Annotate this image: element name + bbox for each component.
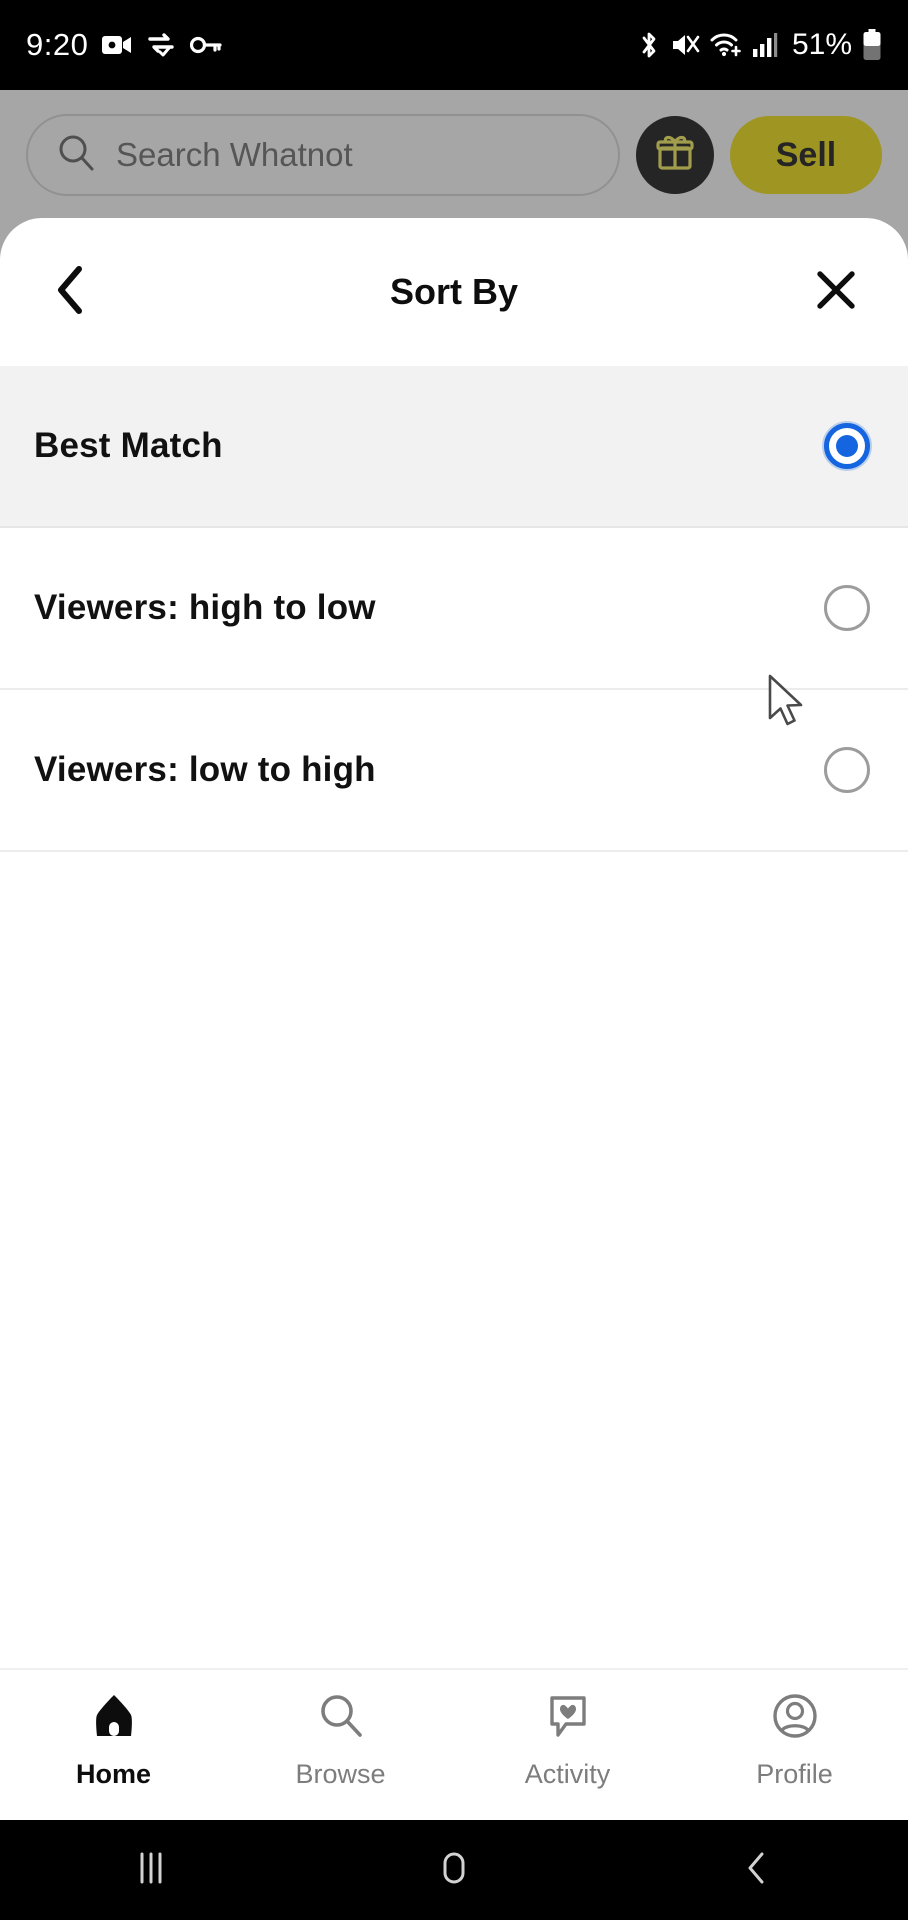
back-button[interactable] — [40, 260, 104, 324]
tab-activity[interactable]: Activity — [478, 1690, 658, 1790]
close-button[interactable] — [804, 260, 868, 324]
person-circle-icon — [769, 1690, 821, 1747]
android-nav-bar — [0, 1820, 908, 1920]
sheet-header: Sort By — [0, 218, 908, 366]
battery-icon — [862, 29, 882, 61]
bottom-tab-bar: Home Browse Activity Profile — [0, 1668, 908, 1820]
radio-viewers-low-to-high[interactable] — [824, 747, 870, 793]
battery-percent: 51% — [791, 28, 852, 61]
back-chevron-icon — [52, 264, 92, 321]
sort-option-label: Best Match — [34, 426, 223, 465]
sort-options-list: Best Match Viewers: high to low Viewers:… — [0, 366, 908, 852]
status-bar-left: 9:20 — [26, 27, 222, 63]
tab-browse[interactable]: Browse — [251, 1690, 431, 1790]
wifi-icon — [710, 32, 742, 58]
status-time: 9:20 — [26, 27, 89, 62]
tab-label: Home — [75, 1759, 151, 1789]
sort-option-label: Viewers: low to high — [34, 750, 376, 789]
video-camera-icon — [102, 34, 132, 56]
close-icon — [813, 267, 859, 318]
radio-viewers-high-to-low[interactable] — [824, 585, 870, 631]
volume-mute-icon — [670, 32, 700, 58]
bluetooth-icon — [638, 30, 660, 60]
status-bar-right: 51% — [638, 28, 882, 62]
key-icon — [190, 35, 222, 55]
tab-label: Profile — [756, 1759, 833, 1789]
home-button[interactable] — [384, 1820, 524, 1920]
sort-option-viewers-high-to-low[interactable]: Viewers: high to low — [0, 528, 908, 690]
radio-best-match[interactable] — [824, 423, 870, 469]
phone-screen: 9:20 51% Search Whatnot Sell Sort By Bes… — [0, 0, 908, 1920]
tab-home[interactable]: Home — [24, 1690, 204, 1790]
tab-label: Browse — [295, 1759, 386, 1789]
home-icon — [88, 1690, 140, 1747]
back-button-nav[interactable] — [687, 1820, 827, 1920]
search-icon — [315, 1690, 367, 1747]
sort-by-sheet: Sort By Best Match Viewers: high to low … — [0, 218, 908, 1830]
recents-button[interactable] — [81, 1820, 221, 1920]
recents-icon — [131, 1846, 171, 1895]
sort-option-viewers-low-to-high[interactable]: Viewers: low to high — [0, 690, 908, 852]
tab-label: Activity — [524, 1759, 611, 1789]
home-square-icon — [432, 1846, 476, 1895]
tab-profile[interactable]: Profile — [705, 1690, 885, 1790]
sort-option-label: Viewers: high to low — [34, 588, 376, 627]
sort-option-best-match[interactable]: Best Match — [0, 366, 908, 528]
vpn-sync-icon — [146, 32, 176, 58]
back-icon — [737, 1846, 777, 1895]
heart-bubble-icon — [542, 1690, 594, 1747]
cellular-signal-icon — [752, 32, 778, 58]
sheet-title: Sort By — [389, 271, 519, 312]
status-bar: 9:20 51% — [0, 0, 908, 90]
